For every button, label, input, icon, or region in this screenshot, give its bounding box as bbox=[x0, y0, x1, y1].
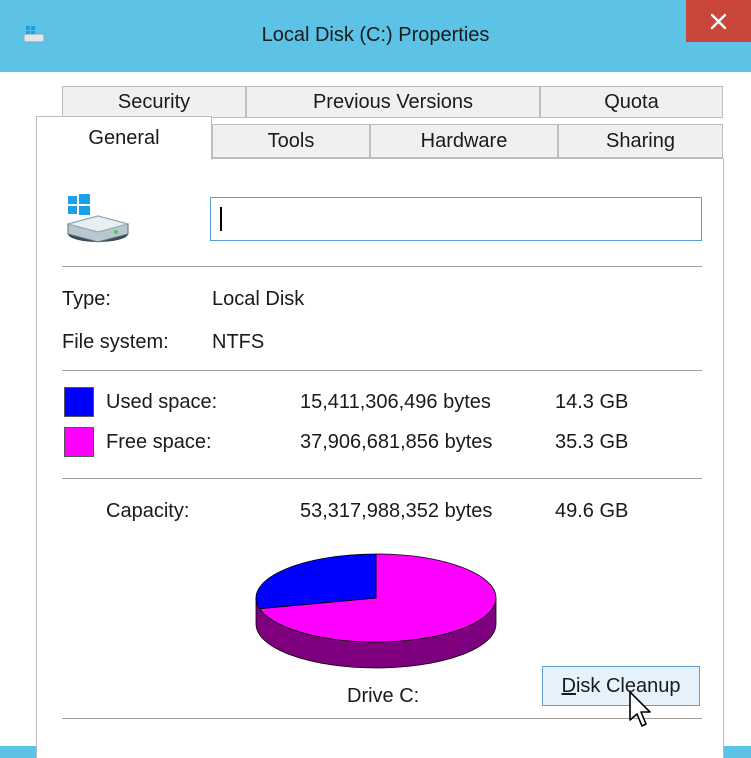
capacity-gb: 49.6 GB bbox=[555, 500, 629, 522]
tab-sharing[interactable]: Sharing bbox=[558, 124, 723, 158]
separator bbox=[62, 718, 702, 719]
tab-tools[interactable]: Tools bbox=[212, 124, 370, 158]
tab-previous-versions[interactable]: Previous Versions bbox=[246, 86, 540, 118]
tab-hardware[interactable]: Hardware bbox=[370, 124, 558, 158]
text-caret bbox=[220, 207, 222, 231]
separator bbox=[62, 478, 702, 479]
mouse-cursor-icon bbox=[629, 691, 651, 727]
tab-security[interactable]: Security bbox=[62, 86, 246, 118]
volume-label-input[interactable] bbox=[210, 197, 702, 241]
free-space-gb: 35.3 GB bbox=[555, 431, 629, 453]
separator bbox=[62, 370, 702, 371]
type-value: Local Disk bbox=[212, 288, 305, 310]
type-label: Type: bbox=[62, 288, 111, 310]
tab-quota[interactable]: Quota bbox=[540, 86, 723, 118]
disk-usage-pie-chart bbox=[255, 553, 497, 669]
separator bbox=[62, 266, 702, 267]
free-space-bytes: 37,906,681,856 bytes bbox=[300, 431, 493, 453]
drive-label: Drive C: bbox=[347, 685, 420, 707]
title-bar: Local Disk (C:) Properties bbox=[0, 0, 751, 72]
tab-general[interactable]: General bbox=[36, 116, 212, 160]
disk-cleanup-mnemonic: D bbox=[561, 675, 576, 697]
used-space-swatch bbox=[64, 387, 94, 417]
window-title: Local Disk (C:) Properties bbox=[261, 24, 490, 46]
hard-drive-icon bbox=[66, 194, 130, 243]
file-system-value: NTFS bbox=[212, 331, 265, 353]
disk-cleanup-button[interactable]: Disk Cleanup bbox=[542, 666, 700, 706]
used-space-bytes: 15,411,306,496 bytes bbox=[300, 391, 491, 413]
free-space-swatch bbox=[64, 427, 94, 457]
close-icon bbox=[710, 13, 727, 30]
close-button[interactable] bbox=[686, 0, 751, 42]
free-space-label: Free space: bbox=[106, 431, 212, 453]
capacity-bytes: 53,317,988,352 bytes bbox=[300, 500, 493, 522]
file-system-label: File system: bbox=[62, 331, 169, 353]
capacity-label: Capacity: bbox=[106, 500, 190, 522]
used-space-label: Used space: bbox=[106, 391, 218, 413]
used-space-gb: 14.3 GB bbox=[555, 391, 629, 413]
